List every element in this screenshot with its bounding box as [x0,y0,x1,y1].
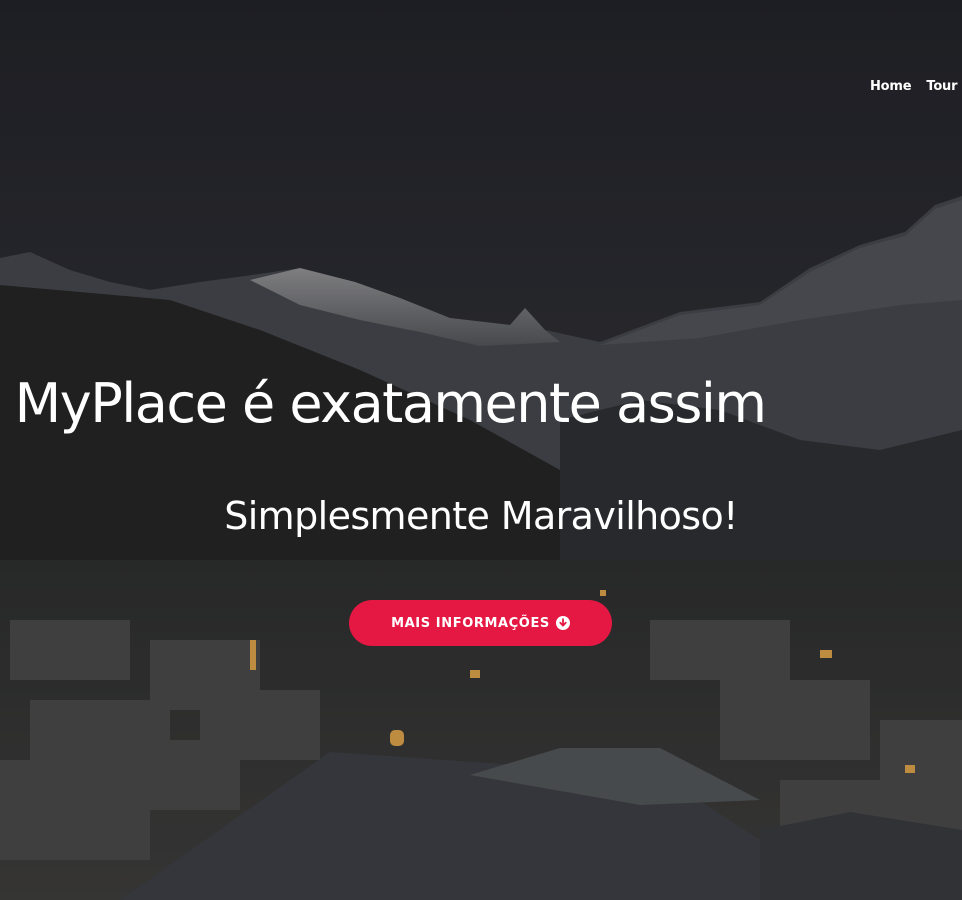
nav-link-home[interactable]: Home [870,79,912,94]
more-info-button-label: MAIS INFORMAÇÕES [391,615,550,631]
more-info-button[interactable]: MAIS INFORMAÇÕES [349,600,612,646]
arrow-down-circle-icon [555,616,570,630]
hero-background-image [0,0,962,900]
hero-headline: O MyPlace é exatamente assim [0,372,767,435]
main-nav: Home Tour [870,79,958,94]
hero-subheadline: Simplesmente Maravilhoso! [224,494,738,538]
hero-section: Home Tour O MyPlace é exatamente assim S… [0,0,962,900]
nav-link-tour[interactable]: Tour [926,79,957,94]
